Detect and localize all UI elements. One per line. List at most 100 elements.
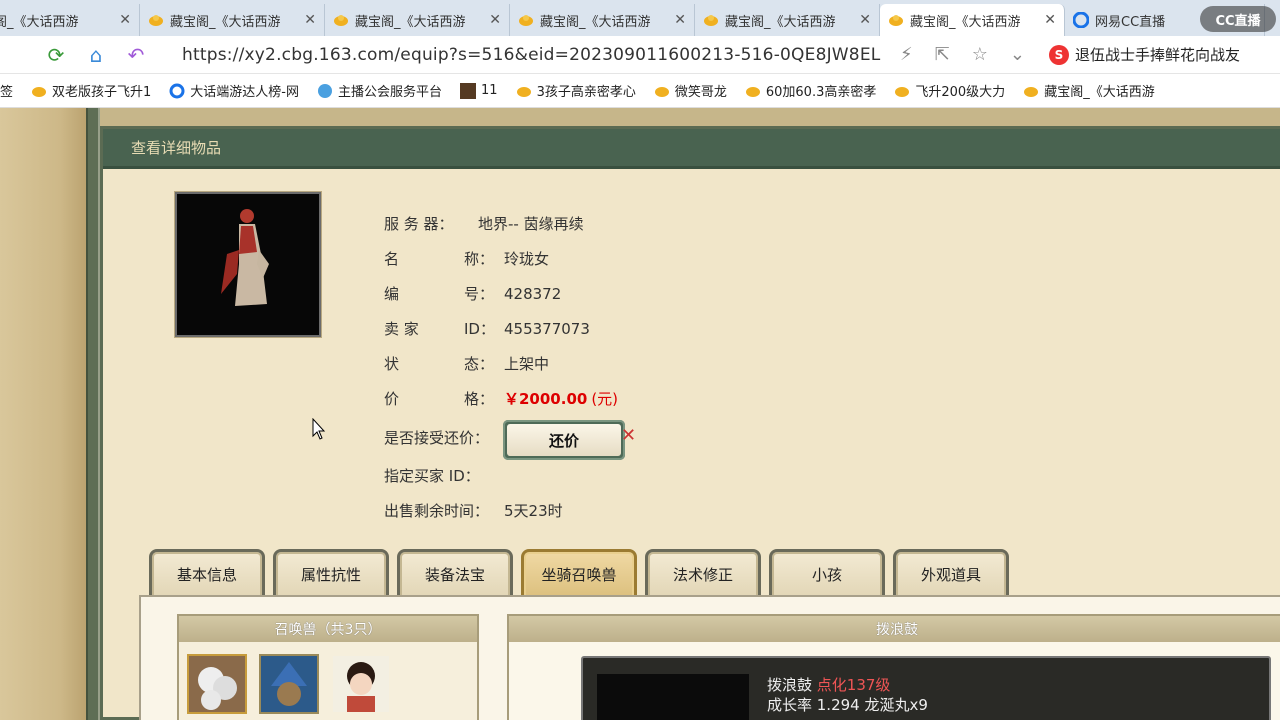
bookmark-label: 飞升200级大力 xyxy=(915,85,1006,100)
sogou-search-icon: S xyxy=(1048,44,1069,65)
bookmark-item[interactable]: 11 xyxy=(460,82,498,99)
summons-list-header: 召唤兽（共3只） xyxy=(179,616,477,642)
browser-tab[interactable]: 藏宝阁_《大话西游 ✕ xyxy=(695,4,880,36)
bookmark-label: 60加60.3高亲密孝 xyxy=(765,85,877,100)
status-label: 状 xyxy=(384,355,400,373)
panel-title: 查看详细物品 xyxy=(103,129,1280,169)
cc-favicon-icon xyxy=(1073,12,1089,28)
bookmark-item[interactable]: 藏宝阁_《大话西游 xyxy=(1023,81,1155,100)
url-field[interactable]: https://xy2.cbg.163.com/equip?s=516&eid=… xyxy=(182,45,882,65)
bookmark-label: 藏宝阁_《大话西游 xyxy=(1044,85,1155,100)
summon-thumbnail[interactable] xyxy=(331,654,391,714)
name-label-suffix: 称： xyxy=(464,250,495,268)
character-portrait xyxy=(174,191,322,338)
summon-image xyxy=(597,674,749,720)
summon-thumbnail[interactable] xyxy=(187,654,247,714)
bookmark-item[interactable]: 签 xyxy=(0,81,13,100)
decorative-frame xyxy=(86,108,100,720)
counter-offer-label: 是否接受还价： xyxy=(384,429,490,447)
item-detail-panel: 查看详细物品 服 务 器： 地界-- 茵缘再续 名 称： 玲珑女 编 号： 42… xyxy=(100,126,1280,720)
undo-icon[interactable]: ↶ xyxy=(116,36,156,74)
seller-label-suffix: ID： xyxy=(464,320,495,338)
tab-basic-info[interactable]: 基本信息 xyxy=(149,549,265,597)
reload-icon[interactable]: ⟳ xyxy=(36,36,76,74)
close-icon[interactable]: ✕ xyxy=(674,12,686,28)
bookmark-item[interactable]: 主播公会服务平台 xyxy=(317,81,442,100)
browser-tab[interactable]: 藏宝阁_《大话西游 ✕ xyxy=(510,4,695,36)
browser-tab[interactable]: 藏宝阁_《大话西游 ✕ xyxy=(140,4,325,36)
close-icon[interactable]: ✕ xyxy=(304,12,316,28)
close-icon[interactable]: ✕ xyxy=(859,12,871,28)
browser-tab[interactable]: 藏宝阁_《大话西游 ✕ xyxy=(325,4,510,36)
tab-children[interactable]: 小孩 xyxy=(769,549,885,597)
id-label: 编 xyxy=(384,285,400,303)
share-icon[interactable]: ⇱ xyxy=(935,44,950,65)
summons-list: 召唤兽（共3只） xyxy=(177,614,479,720)
game-icon xyxy=(460,82,477,99)
star-icon[interactable]: ☆ xyxy=(972,44,988,65)
browser-tab-active[interactable]: 藏宝阁_《大话西游 ✕ xyxy=(880,4,1065,36)
tab-title: 藏宝阁_《大话西游 xyxy=(540,14,651,30)
bookmark-item[interactable]: 飞升200级大力 xyxy=(894,81,1005,100)
cbg-favicon-icon xyxy=(894,83,910,99)
seller-id-value: 455377073 xyxy=(504,319,590,338)
search-suggestion[interactable]: S 退伍战士手捧鲜花向战友 xyxy=(1048,44,1240,65)
bookmark-item[interactable]: 双老版孩子飞升1 xyxy=(31,81,151,100)
page-content: 查看详细物品 服 务 器： 地界-- 茵缘再续 名 称： 玲珑女 编 号： 42… xyxy=(0,108,1280,720)
bookmark-label: 主播公会服务平台 xyxy=(338,85,443,100)
cbg-favicon-icon xyxy=(518,12,534,28)
id-label-suffix: 号： xyxy=(464,285,495,303)
bookmarks-bar: 签 双老版孩子飞升1 大话端游达人榜-网 主播公会服务平台 11 3孩子高亲密孝… xyxy=(0,74,1280,108)
server-label: 服 务 器： xyxy=(384,215,454,233)
chevron-down-icon[interactable]: ⌄ xyxy=(1010,44,1025,65)
detail-tabs: 基本信息 属性抗性 装备法宝 坐骑召唤兽 法术修正 小孩 外观道具 xyxy=(149,549,1017,599)
tab-attributes[interactable]: 属性抗性 xyxy=(273,549,389,597)
tab-title: 藏宝阁_《大话西游 xyxy=(910,14,1021,30)
summon-growth: 成长率 1.294 龙涎丸x9 xyxy=(767,696,928,714)
cc-live-watermark: CC直播 xyxy=(1200,6,1276,32)
designated-buyer-label: 指定买家 ID： xyxy=(384,467,480,485)
summon-name: 拨浪鼓 xyxy=(767,676,813,694)
counter-offer-button-label: 还价 xyxy=(507,424,621,456)
home-icon[interactable]: ⌂ xyxy=(76,36,116,74)
cbg-favicon-icon xyxy=(333,12,349,28)
browser-tab-strip: 藏宝阁_《大话西游 ✕ 藏宝阁_《大话西游 ✕ 藏宝阁_《大话西游 ✕ 藏宝阁_… xyxy=(0,0,1280,36)
counter-offer-button[interactable]: 还价 xyxy=(503,420,625,460)
price-label-suffix: 格： xyxy=(464,390,495,408)
globe-icon xyxy=(169,83,185,99)
close-icon[interactable]: ✕ xyxy=(1044,12,1056,28)
browser-tab[interactable]: 藏宝阁_《大话西游 ✕ xyxy=(0,4,140,36)
close-icon: ✕ xyxy=(621,425,637,446)
summon-detail: 拨浪鼓 拨浪鼓 点化137级 成长率 1.294 龙涎丸x9 xyxy=(507,614,1280,720)
cbg-favicon-icon xyxy=(745,83,761,99)
bookmark-label: 大话端游达人榜-网 xyxy=(190,85,299,100)
name-label: 名 xyxy=(384,250,400,268)
cbg-favicon-icon xyxy=(148,12,164,28)
close-icon[interactable]: ✕ xyxy=(119,12,131,28)
bookmark-item[interactable]: 3孩子高亲密孝心 xyxy=(516,81,636,100)
decorative-background xyxy=(0,108,86,720)
bookmark-item[interactable]: 60加60.3高亲密孝 xyxy=(745,81,877,100)
guild-icon xyxy=(317,83,333,99)
tab-equipment[interactable]: 装备法宝 xyxy=(397,549,513,597)
remaining-time-label: 出售剩余时间： xyxy=(384,502,490,520)
close-icon[interactable]: ✕ xyxy=(489,12,501,28)
id-value: 428372 xyxy=(504,284,562,303)
summon-thumbnail[interactable] xyxy=(259,654,319,714)
status-label-suffix: 态： xyxy=(464,355,495,373)
bookmark-item[interactable]: 微笑哥龙 xyxy=(654,81,727,100)
bookmark-item[interactable]: 大话端游达人榜-网 xyxy=(169,81,299,100)
lightning-icon[interactable]: ⚡ xyxy=(900,44,913,65)
tab-mounts-summons[interactable]: 坐骑召唤兽 xyxy=(521,549,637,597)
seller-label: 卖 家 xyxy=(384,320,419,338)
name-value: 玲珑女 xyxy=(504,250,550,268)
price-value: ￥2000.00 xyxy=(504,390,588,408)
summon-level: 点化137级 xyxy=(816,676,891,694)
summon-detail-card: 拨浪鼓 点化137级 成长率 1.294 龙涎丸x9 xyxy=(581,656,1271,720)
tab-appearance[interactable]: 外观道具 xyxy=(893,549,1009,597)
bookmark-label: 微笑哥龙 xyxy=(674,85,727,100)
remaining-time-value: 5天23时 xyxy=(504,502,563,520)
bookmark-label: 签 xyxy=(0,85,14,100)
tab-spell-correction[interactable]: 法术修正 xyxy=(645,549,761,597)
status-value: 上架中 xyxy=(504,355,550,373)
